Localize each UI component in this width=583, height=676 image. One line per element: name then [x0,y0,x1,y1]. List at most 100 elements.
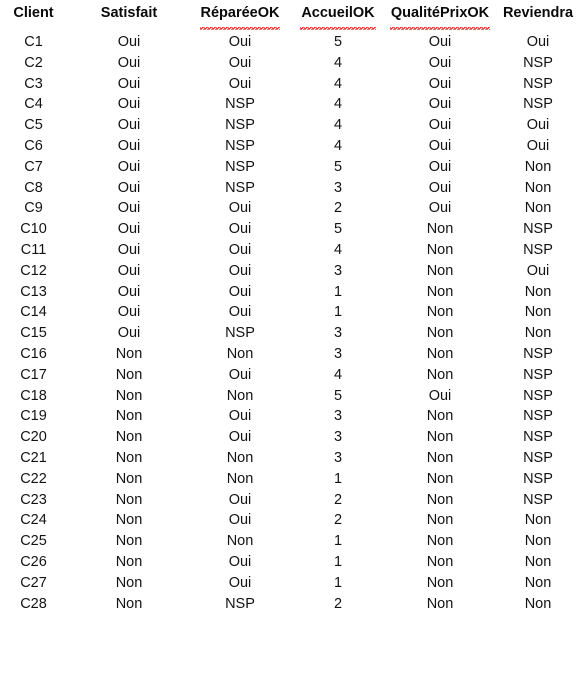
cell-accueilok: 1 [333,283,343,300]
cell-reviendra: NSP [523,429,553,446]
table-row: C25 Non Non 1 Non Non [0,531,583,552]
cell-client-id: C10 [20,221,47,238]
cell-satisfait: Oui [117,179,141,196]
cell-client-id: C12 [20,262,47,279]
column-header-satisfait: Satisfait [67,0,191,32]
table-row: C16 Non Non 3 Non NSP [0,344,583,365]
cell-client-id: C19 [20,408,47,425]
cell-satisfait: Non [115,449,143,466]
cell-accueilok: 5 [333,221,343,238]
cell-qualiteprixok: Oui [428,34,452,50]
column-header-label-spellcheck-flagged: QualitéPrixOK [389,0,491,30]
cell-repareeok: Oui [228,262,252,279]
table-row: C7 Oui NSP 5 Oui Non [0,157,583,178]
cell-accueilok: 3 [333,429,343,446]
cell-client-id: C27 [20,574,47,591]
cell-repareeok: Oui [228,75,252,92]
cell-accueilok: 4 [333,96,343,113]
cell-reviendra: Non [524,200,552,217]
cell-qualiteprixok: Non [426,512,454,529]
cell-reviendra: NSP [523,221,553,238]
table-row: C4 Oui NSP 4 Oui NSP [0,94,583,115]
cell-client-id: C9 [24,200,43,217]
cell-accueilok: 2 [333,491,343,508]
cell-qualiteprixok: Non [426,241,454,258]
cell-qualiteprixok: Non [426,325,454,342]
cell-repareeok: Oui [228,429,252,446]
cell-repareeok: Non [226,449,254,466]
cell-accueilok: 3 [333,325,343,342]
cell-satisfait: Oui [117,283,141,300]
column-header-qualiteprixok: QualitéPrixOK [387,0,493,32]
table-row: C19 Non Oui 3 Non NSP [0,406,583,427]
cell-satisfait: Oui [117,200,141,217]
cell-satisfait: Non [115,366,143,383]
cell-repareeok: NSP [225,96,255,113]
cell-accueilok: 3 [333,179,343,196]
cell-qualiteprixok: Non [426,262,454,279]
table-row: C13 Oui Oui 1 Non Non [0,282,583,303]
cell-accueilok: 5 [333,158,343,175]
cell-repareeok: Oui [228,408,252,425]
cell-reviendra: Oui [526,262,550,279]
cell-accueilok: 3 [333,262,343,279]
cell-accueilok: 1 [333,553,343,570]
table-row: C6 Oui NSP 4 Oui Oui [0,136,583,157]
cell-satisfait: Non [115,470,143,487]
cell-reviendra: NSP [523,345,553,362]
cell-satisfait: Non [115,553,143,570]
table-row: C22 Non Non 1 Non NSP [0,469,583,490]
cell-reviendra: Non [524,158,552,175]
cell-satisfait: Oui [117,262,141,279]
table-body: C1 Oui Oui 5 Oui Oui C2 Oui Oui 4 Oui NSP C3 Oui Oui 4 O… [0,32,583,614]
cell-client-id: C1 [24,34,43,50]
table-row: C12 Oui Oui 3 Non Oui [0,261,583,282]
cell-reviendra: Oui [526,34,550,50]
table-row: C11 Oui Oui 4 Non NSP [0,240,583,261]
table-row: C15 Oui NSP 3 Non Non [0,323,583,344]
cell-client-id: C17 [20,366,47,383]
cell-reviendra: Non [524,512,552,529]
cell-client-id: C23 [20,491,47,508]
cell-repareeok: Oui [228,221,252,238]
cell-reviendra: NSP [523,449,553,466]
cell-repareeok: Oui [228,366,252,383]
cell-repareeok: Non [226,345,254,362]
cell-accueilok: 3 [333,345,343,362]
column-header-accueilok: AccueilOK [289,0,387,32]
cell-accueilok: 4 [333,117,343,134]
cell-client-id: C26 [20,553,47,570]
cell-accueilok: 1 [333,304,343,321]
cell-qualiteprixok: Oui [428,137,452,154]
cell-reviendra: NSP [523,75,553,92]
table-row: C21 Non Non 3 Non NSP [0,448,583,469]
table-row: C18 Non Non 5 Oui NSP [0,386,583,407]
cell-reviendra: NSP [523,54,553,71]
cell-reviendra: NSP [523,408,553,425]
column-header-label: Satisfait [100,5,158,21]
cell-reviendra: Oui [526,117,550,134]
cell-accueilok: 1 [333,574,343,591]
cell-reviendra: Non [524,179,552,196]
cell-repareeok: Oui [228,34,252,50]
cell-accueilok: 2 [333,512,343,529]
cell-qualiteprixok: Non [426,221,454,238]
table-row: C2 Oui Oui 4 Oui NSP [0,53,583,74]
cell-qualiteprixok: Non [426,429,454,446]
cell-reviendra: Oui [526,137,550,154]
cell-satisfait: Oui [117,117,141,134]
cell-repareeok: Non [226,387,254,404]
cell-qualiteprixok: Non [426,574,454,591]
cell-satisfait: Oui [117,221,141,238]
cell-repareeok: Oui [228,200,252,217]
cell-accueilok: 2 [333,200,343,217]
cell-accueilok: 1 [333,533,343,550]
column-header-label-spellcheck-flagged: RéparéeOK [199,0,281,30]
cell-satisfait: Oui [117,158,141,175]
cell-qualiteprixok: Oui [428,200,452,217]
cell-client-id: C22 [20,470,47,487]
cell-satisfait: Oui [117,75,141,92]
cell-satisfait: Non [115,512,143,529]
cell-qualiteprixok: Non [426,470,454,487]
cell-qualiteprixok: Oui [428,96,452,113]
